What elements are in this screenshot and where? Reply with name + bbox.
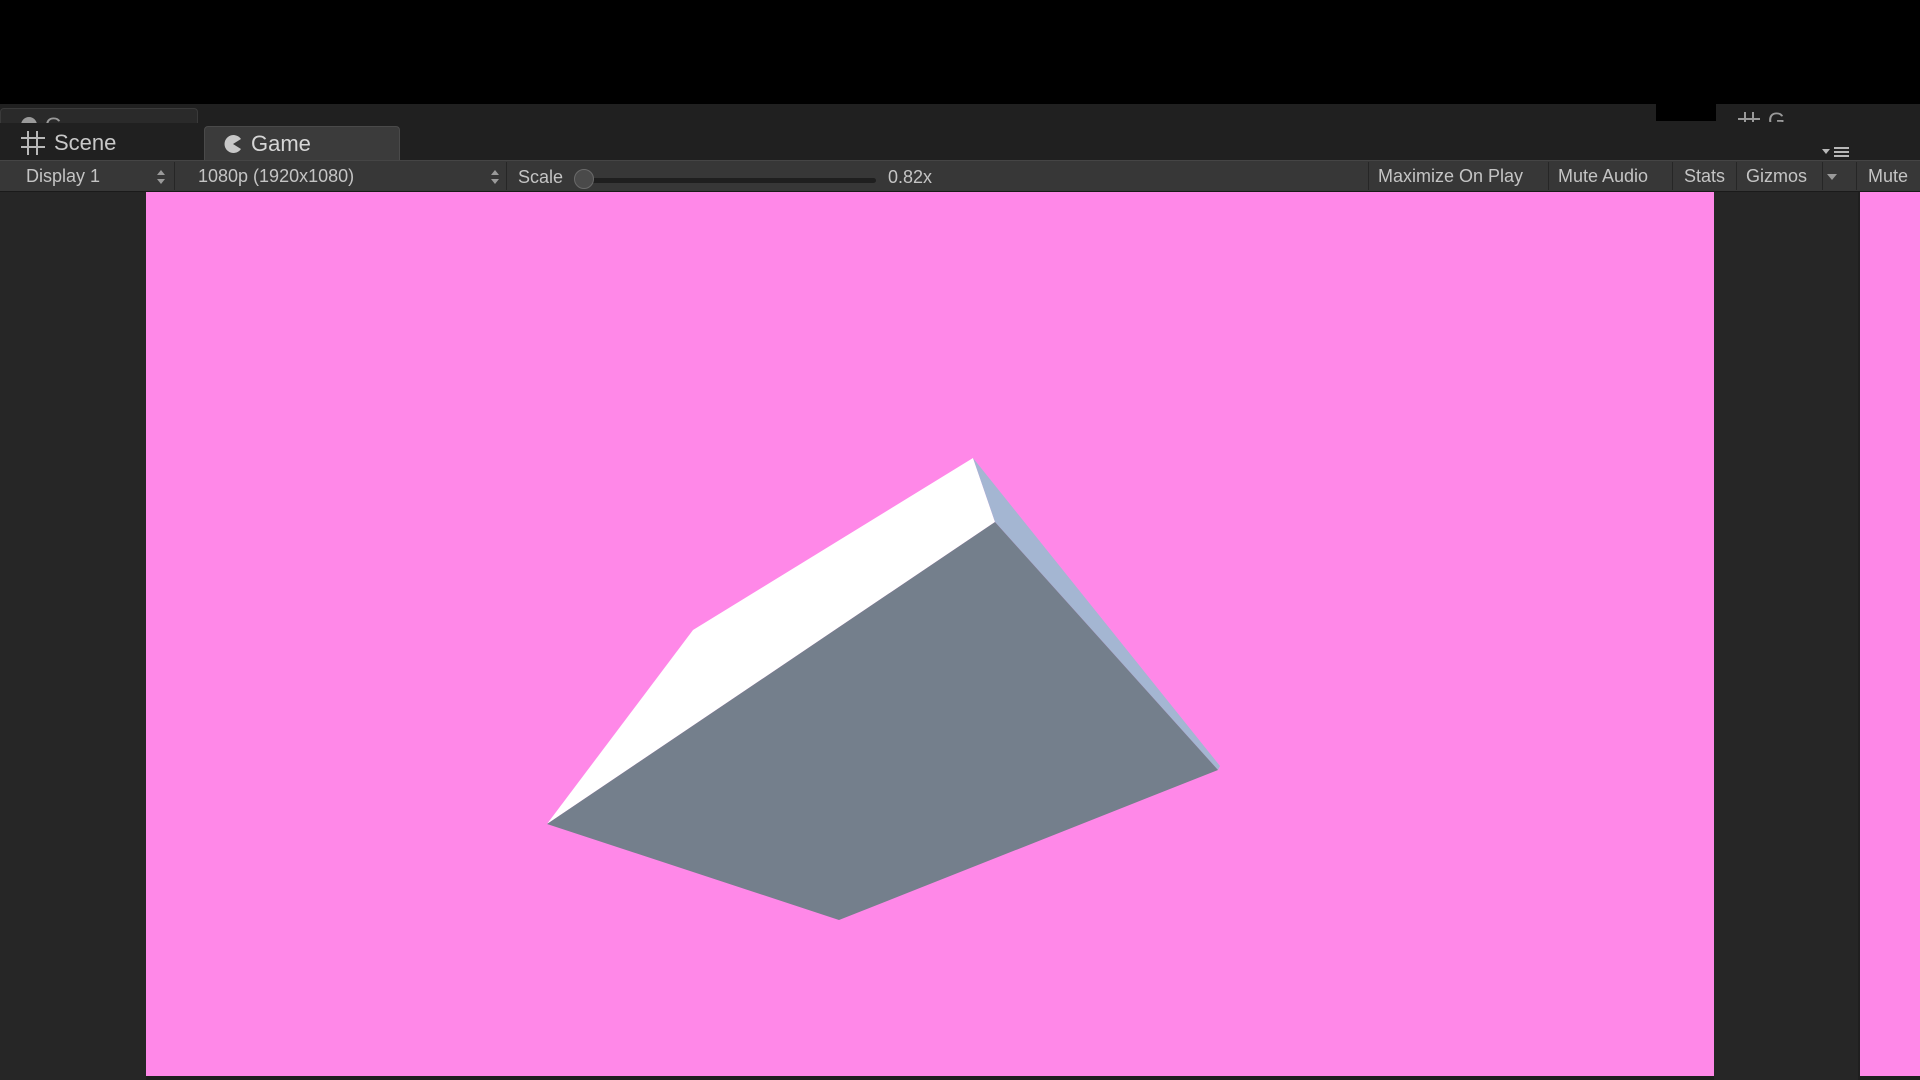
letterbox-left <box>0 192 146 1080</box>
toolbar-divider <box>1672 162 1673 190</box>
pacman-icon <box>21 117 37 123</box>
chevron-down-icon[interactable] <box>1826 172 1838 182</box>
game-viewport[interactable] <box>146 192 1714 1076</box>
pane-menu-icon[interactable] <box>1822 144 1850 158</box>
toolbar-divider <box>1736 162 1737 190</box>
game-viewport-secondary <box>1860 192 1920 1076</box>
toolbar-divider <box>1856 162 1857 190</box>
grid-icon <box>21 131 45 155</box>
toolbar-divider <box>1548 162 1549 190</box>
tab-game[interactable]: Game <box>204 126 400 160</box>
toolbar-divider <box>506 162 507 190</box>
tab-game-label: Game <box>251 130 311 156</box>
scale-slider-thumb[interactable] <box>574 169 594 189</box>
top-black-area <box>0 0 1920 104</box>
gizmos-toggle[interactable]: Gizmos <box>1746 161 1807 191</box>
updown-arrows-icon <box>491 170 499 184</box>
toolbar-divider <box>1368 162 1369 190</box>
display-select[interactable]: Display 1 <box>26 161 100 191</box>
scale-value: 0.82x <box>888 167 933 187</box>
maximize-on-play-toggle[interactable]: Maximize On Play <box>1378 161 1523 191</box>
mute-audio-toggle-right[interactable]: Mute <box>1868 161 1908 191</box>
cube-render <box>547 458 1220 920</box>
tab-scene[interactable]: Scene <box>18 126 188 160</box>
ghost-tab-right-label: G <box>1768 108 1786 122</box>
tab-scene-label: Scene <box>54 130 117 155</box>
scale-slider-track[interactable] <box>582 178 876 183</box>
ghost-tab-left-label: G <box>45 113 62 123</box>
mute-audio-toggle[interactable]: Mute Audio <box>1558 161 1648 191</box>
updown-arrows-icon <box>157 170 165 184</box>
ghost-tab-left[interactable]: G <box>0 108 198 123</box>
stats-toggle[interactable]: Stats <box>1684 161 1725 191</box>
window-notch <box>1656 104 1716 121</box>
grid-icon <box>1738 112 1760 122</box>
ghost-tab-right[interactable]: G <box>1716 106 1920 122</box>
pacman-icon <box>224 134 241 153</box>
scale-label: Scale <box>518 167 564 187</box>
toolbar-divider <box>174 162 175 190</box>
letterbox-right <box>1714 192 1858 1080</box>
resolution-select[interactable]: 1080p (1920x1080) <box>198 161 354 191</box>
toolbar-divider <box>1822 162 1823 190</box>
